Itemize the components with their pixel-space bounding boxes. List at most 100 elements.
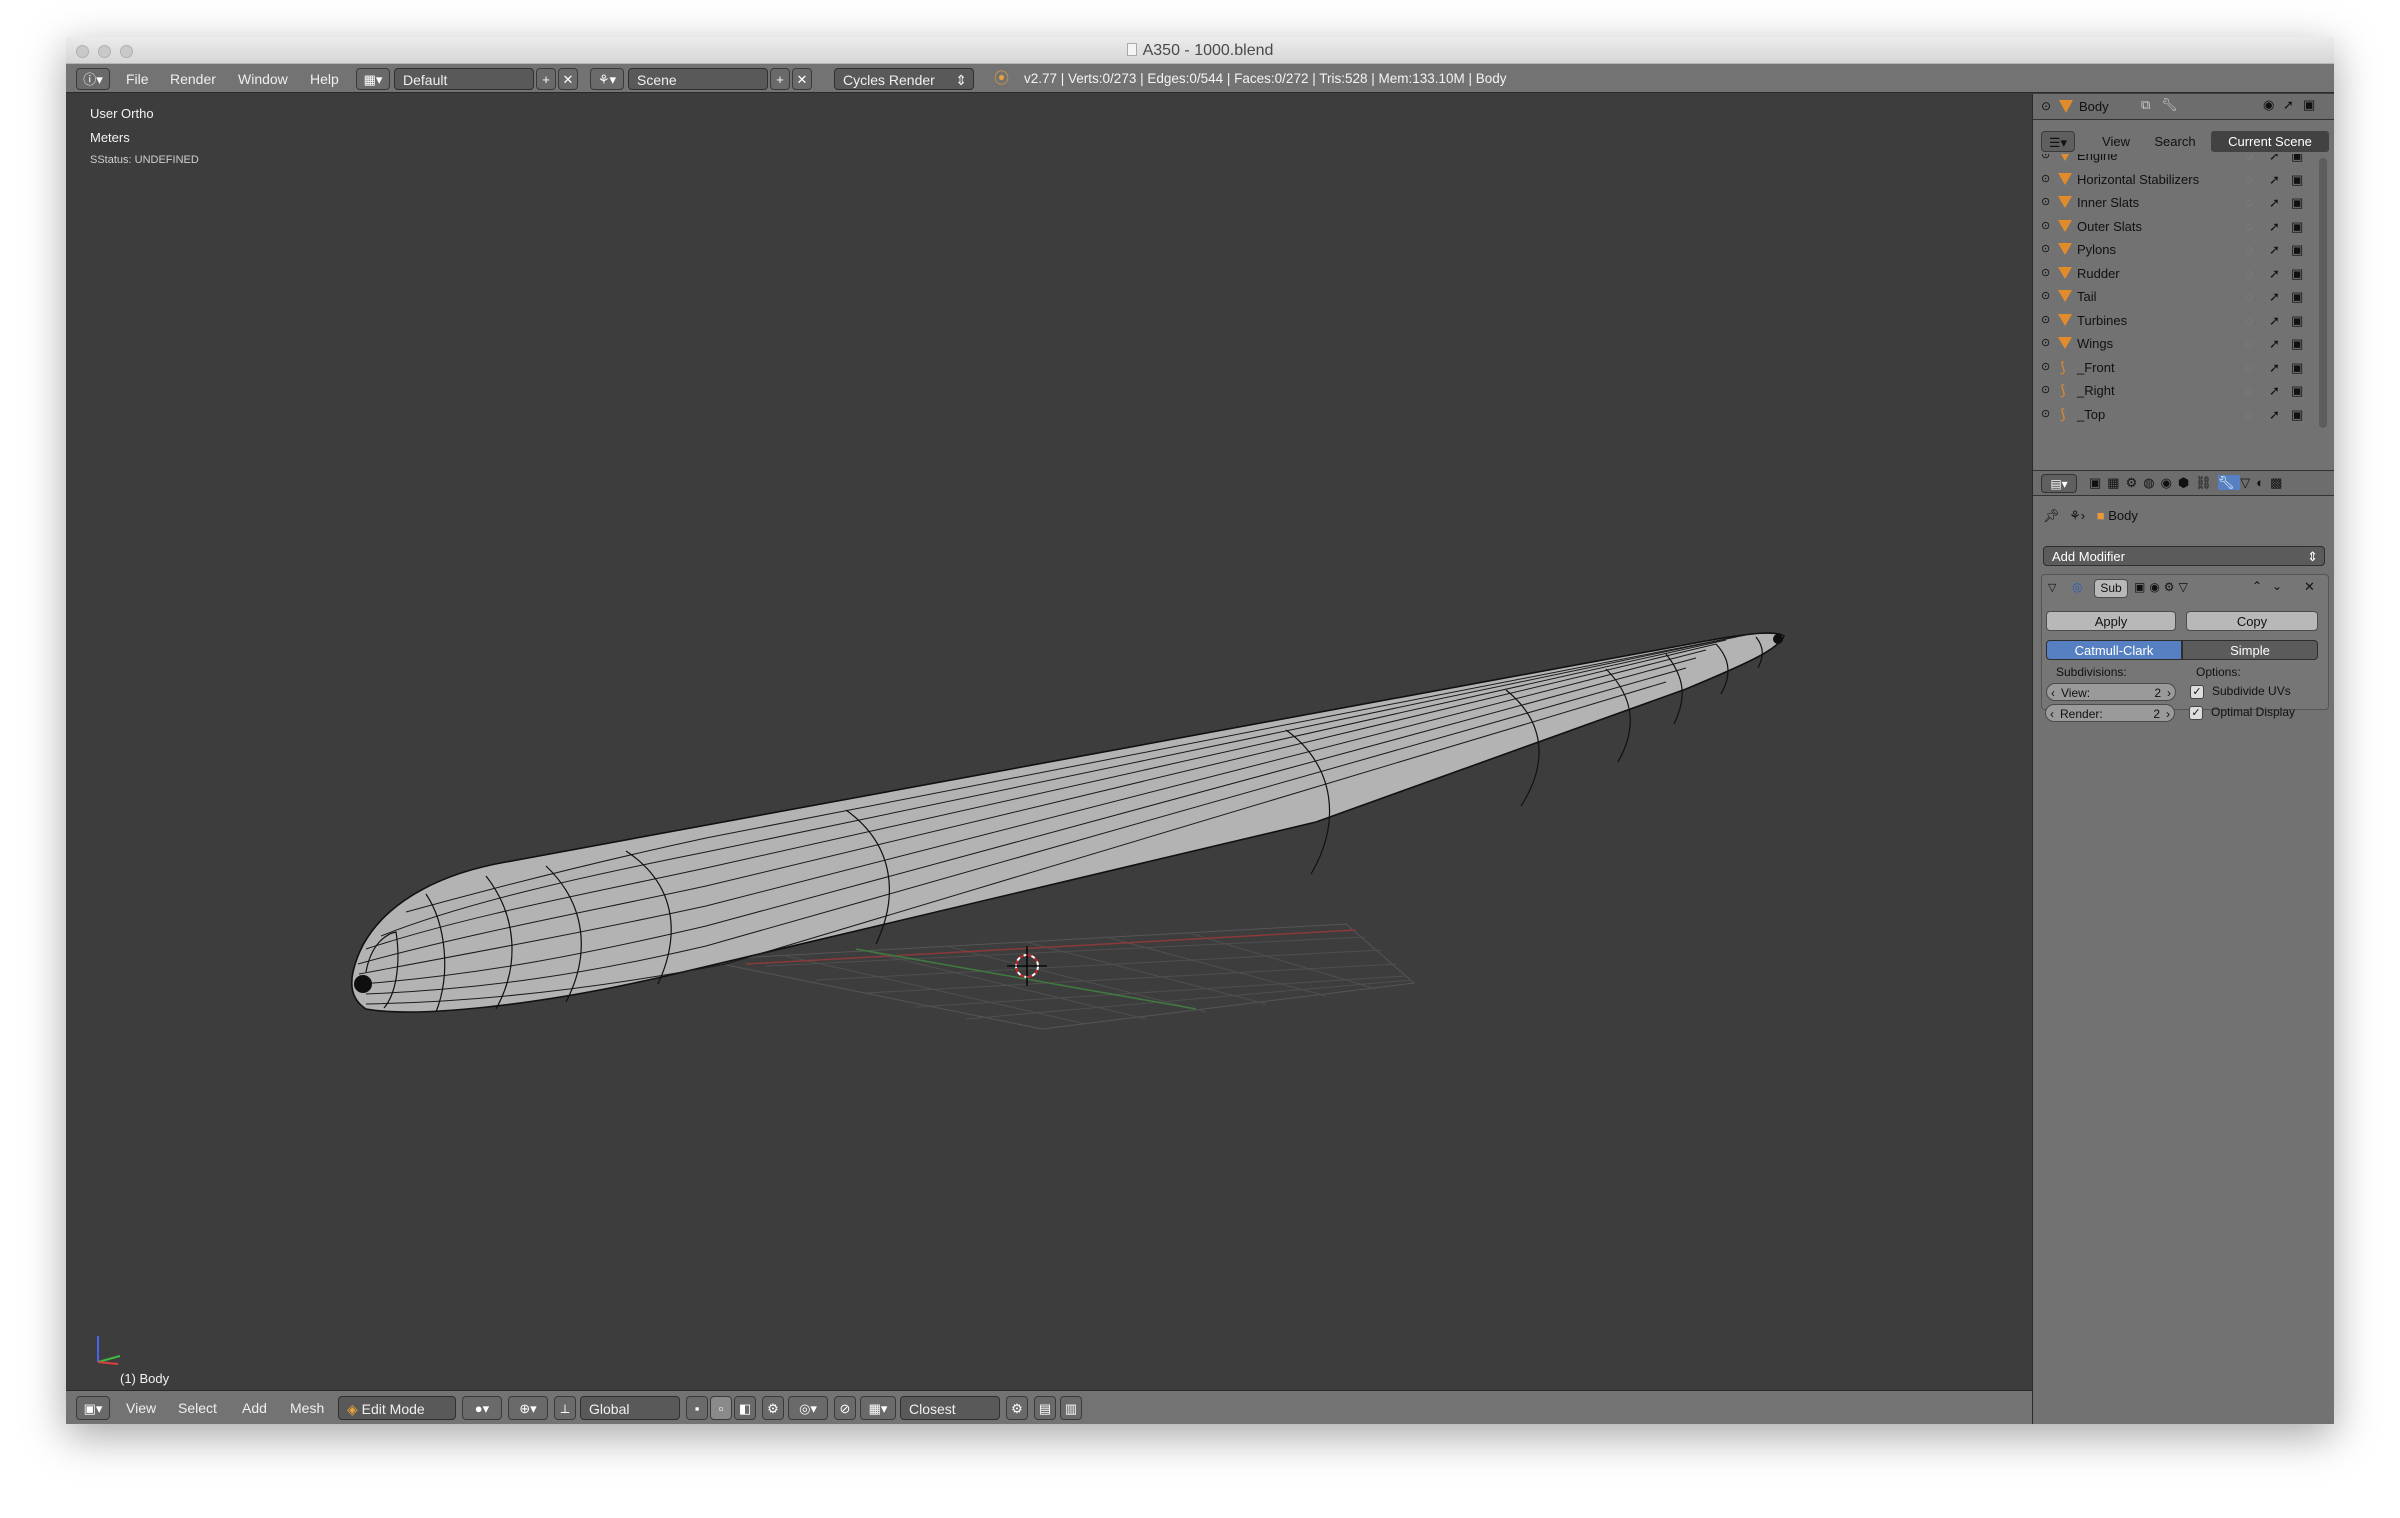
- visibility-eye-icon[interactable]: ◌: [2245, 215, 2253, 238]
- viewport-shading-icon[interactable]: ●▾: [462, 1396, 502, 1420]
- renderable-camera-icon[interactable]: ▣: [2291, 285, 2303, 308]
- selectable-cursor-icon[interactable]: ➚: [2269, 191, 2280, 214]
- outliner-row[interactable]: ⊙ Horizontal Stabilizers ◌ ➚ ▣: [2033, 168, 2315, 191]
- expand-icon[interactable]: ⊙: [2041, 285, 2050, 308]
- renderable-camera-icon[interactable]: ▣: [2291, 238, 2303, 261]
- expand-icon[interactable]: ⊙: [2041, 403, 2050, 426]
- outliner-row[interactable]: ⊙ Outer Slats ◌ ➚ ▣: [2033, 215, 2315, 238]
- menu-select[interactable]: Select: [178, 1396, 217, 1420]
- renderable-camera-icon[interactable]: ▣: [2291, 154, 2303, 167]
- fuselage-mesh[interactable]: [350, 632, 1786, 1013]
- selectable-cursor-icon[interactable]: ➚: [2269, 332, 2280, 355]
- outliner-row[interactable]: ⊙ Rudder ◌ ➚ ▣: [2033, 262, 2315, 285]
- visibility-eye-icon[interactable]: ◌: [2245, 154, 2253, 167]
- selectable-cursor-icon[interactable]: ➚: [2269, 356, 2280, 379]
- renderable-camera-icon[interactable]: ▣: [2291, 332, 2303, 355]
- selectable-cursor-icon[interactable]: ➚: [2269, 154, 2280, 167]
- delete-layout-icon[interactable]: ✕: [558, 68, 578, 90]
- screen-layout-icon[interactable]: ▦▾: [356, 68, 390, 90]
- proportional-edit-icon[interactable]: ◎▾: [788, 1396, 828, 1420]
- snap-element-icon[interactable]: ▦▾: [860, 1396, 896, 1420]
- menu-render[interactable]: Render: [170, 68, 216, 90]
- delete-scene-icon[interactable]: ✕: [792, 68, 812, 90]
- render-engine-select[interactable]: Cycles Render ⇕: [834, 68, 974, 90]
- optimal-display-checkbox[interactable]: ✓: [2189, 706, 2203, 720]
- mode-select[interactable]: ◈ Edit Mode: [338, 1396, 456, 1420]
- modifier-display-toggles[interactable]: ▣◉⚙▽: [2134, 580, 2192, 594]
- outliner-row[interactable]: ⊙ Inner Slats ◌ ➚ ▣: [2033, 191, 2315, 214]
- render-levels-field[interactable]: ‹ Render: 2 ›: [2045, 704, 2175, 722]
- outliner-row[interactable]: ⊙ Engine ◌ ➚ ▣: [2033, 154, 2315, 167]
- visibility-eye-icon[interactable]: ◌: [2245, 191, 2253, 214]
- remove-modifier-icon[interactable]: ✕: [2304, 579, 2315, 595]
- menu-mesh[interactable]: Mesh: [290, 1396, 324, 1420]
- simple-option[interactable]: Simple: [2182, 640, 2318, 660]
- renderable-camera-icon[interactable]: ▣: [2291, 168, 2303, 191]
- selectable-cursor-icon[interactable]: ➚: [2269, 262, 2280, 285]
- selectable-cursor-icon[interactable]: ➚: [2269, 238, 2280, 261]
- outliner-row[interactable]: ⊙ ⟆ _Top ◌ ➚ ▣: [2033, 403, 2315, 426]
- editor-type-3dview-icon[interactable]: ▣▾: [76, 1396, 110, 1420]
- selectable-cursor-icon[interactable]: ➚: [2269, 403, 2280, 426]
- outliner-scrollbar[interactable]: [2319, 158, 2327, 428]
- limit-selection-icon[interactable]: ⚙: [762, 1396, 784, 1420]
- expand-icon[interactable]: ⊙: [2041, 332, 2050, 355]
- renderable-camera-icon[interactable]: ▣: [2303, 97, 2315, 113]
- render-animation-icon[interactable]: ▥: [1060, 1396, 1082, 1420]
- 3d-cursor[interactable]: [1007, 946, 1047, 986]
- add-layout-icon[interactable]: +: [536, 68, 556, 90]
- selectable-cursor-icon[interactable]: ➚: [2269, 168, 2280, 191]
- expand-icon[interactable]: ⊙: [2041, 215, 2050, 238]
- renderable-camera-icon[interactable]: ▣: [2291, 262, 2303, 285]
- expand-icon[interactable]: ⊙: [2041, 168, 2050, 191]
- visibility-eye-icon[interactable]: ◌: [2245, 356, 2253, 379]
- expand-icon[interactable]: ⊙: [2041, 309, 2050, 332]
- renderable-camera-icon[interactable]: ▣: [2291, 191, 2303, 214]
- expand-icon[interactable]: ⊙: [2041, 379, 2050, 402]
- visibility-eye-icon[interactable]: ◌: [2245, 309, 2253, 332]
- transform-orientation-select[interactable]: Global: [580, 1396, 680, 1420]
- vertex-select-icon[interactable]: ▪: [686, 1396, 708, 1420]
- outliner-row[interactable]: ⊙ Tail ◌ ➚ ▣: [2033, 285, 2315, 308]
- menu-view[interactable]: View: [126, 1396, 156, 1420]
- menu-window[interactable]: Window: [238, 68, 288, 90]
- subdivide-uvs-checkbox[interactable]: ✓: [2190, 685, 2204, 699]
- renderable-camera-icon[interactable]: ▣: [2291, 309, 2303, 332]
- render-still-icon[interactable]: ▤: [1034, 1396, 1056, 1420]
- move-down-icon[interactable]: ⌄: [2272, 579, 2282, 593]
- renderable-camera-icon[interactable]: ▣: [2291, 215, 2303, 238]
- screen-layout-field[interactable]: Default: [394, 68, 534, 90]
- expand-icon[interactable]: ⊙: [2041, 99, 2051, 113]
- manipulator-icon[interactable]: ⟂: [554, 1396, 576, 1420]
- visibility-eye-icon[interactable]: ◌: [2245, 238, 2253, 261]
- selectable-cursor-icon[interactable]: ➚: [2269, 215, 2280, 238]
- renderable-camera-icon[interactable]: ▣: [2291, 379, 2303, 402]
- expand-icon[interactable]: ⊙: [2041, 191, 2050, 214]
- editor-type-info-icon[interactable]: ⓘ▾: [76, 68, 110, 90]
- apply-button[interactable]: Apply: [2046, 611, 2176, 631]
- outliner-row[interactable]: ⊙ Turbines ◌ ➚ ▣: [2033, 309, 2315, 332]
- tab-current-scene[interactable]: Current Scene: [2211, 131, 2329, 152]
- visibility-eye-icon[interactable]: ◌: [2245, 168, 2253, 191]
- outliner-row[interactable]: ⊙ Wings ◌ ➚ ▣: [2033, 332, 2315, 355]
- pivot-point-icon[interactable]: ⊕▾: [508, 1396, 548, 1420]
- selectable-cursor-icon[interactable]: ➚: [2269, 379, 2280, 402]
- visibility-eye-icon[interactable]: ◉: [2263, 97, 2274, 113]
- tab-view[interactable]: View: [2091, 131, 2141, 152]
- outliner-row[interactable]: ⊙ ⟆ _Right ◌ ➚ ▣: [2033, 379, 2315, 402]
- snap-toggle-icon[interactable]: ⊘: [834, 1396, 856, 1420]
- visibility-eye-icon[interactable]: ◌: [2245, 285, 2253, 308]
- expand-icon[interactable]: ⊙: [2041, 238, 2050, 261]
- add-modifier-dropdown[interactable]: Add Modifier ⇕: [2043, 546, 2325, 566]
- expand-icon[interactable]: ⊙: [2041, 262, 2050, 285]
- visibility-eye-icon[interactable]: ◌: [2245, 332, 2253, 355]
- outliner-row[interactable]: ⊙ ⟆ _Front ◌ ➚ ▣: [2033, 356, 2315, 379]
- properties-editor-icon[interactable]: ▤▾: [2041, 474, 2077, 493]
- pin-icon[interactable]: 📌︎: [2043, 508, 2060, 523]
- edge-select-icon[interactable]: ▫: [710, 1396, 732, 1420]
- scene-field[interactable]: Scene: [628, 68, 768, 90]
- 3d-viewport[interactable]: User Ortho Meters SStatus: UNDEFINED (1)…: [66, 94, 2032, 1390]
- selectable-cursor-icon[interactable]: ➚: [2269, 285, 2280, 308]
- catmull-clark-option[interactable]: Catmull-Clark: [2046, 640, 2182, 660]
- selectable-cursor-icon[interactable]: ➚: [2269, 309, 2280, 332]
